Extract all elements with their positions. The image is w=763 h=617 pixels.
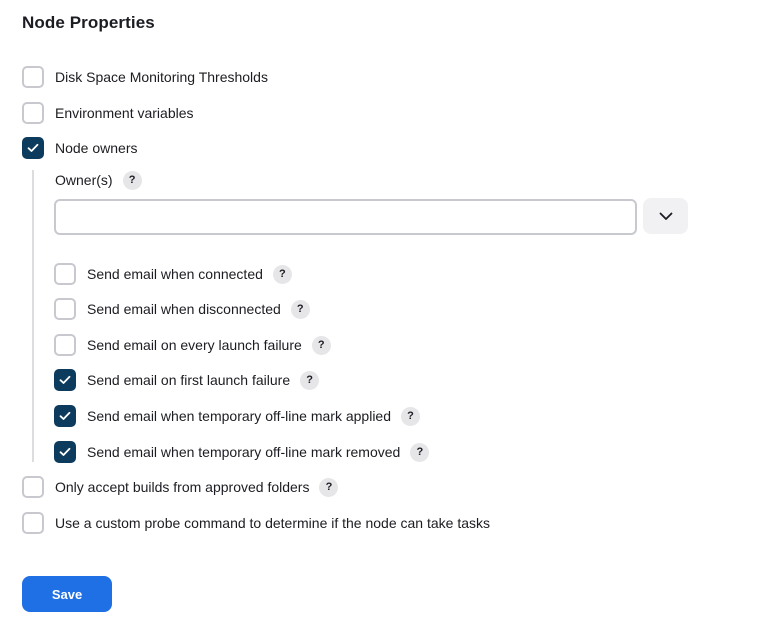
disk-space-row: Disk Space Monitoring Thresholds xyxy=(22,66,268,88)
check-icon xyxy=(59,375,71,384)
email-offline-removed-label[interactable]: Send email when temporary off-line mark … xyxy=(87,444,400,460)
email-connected-help-icon[interactable]: ? xyxy=(272,264,292,284)
approved-folders-help-icon[interactable]: ? xyxy=(319,477,339,497)
email-offline-removed-checkbox[interactable] xyxy=(54,441,76,463)
owners-input[interactable] xyxy=(54,199,637,235)
email-offline-applied-checkbox[interactable] xyxy=(54,405,76,427)
email-every-launch-failure-row: Send email on every launch failure ? xyxy=(54,334,331,356)
email-offline-applied-row: Send email when temporary off-line mark … xyxy=(54,405,421,427)
email-disconnected-help-icon[interactable]: ? xyxy=(290,299,310,319)
approved-folders-row: Only accept builds from approved folders… xyxy=(22,476,339,498)
email-connected-checkbox[interactable] xyxy=(54,263,76,285)
node-owners-label[interactable]: Node owners xyxy=(55,140,138,156)
owners-help-icon[interactable]: ? xyxy=(122,170,142,190)
owners-field-label: Owner(s) ? xyxy=(55,170,142,190)
email-every-launch-failure-label[interactable]: Send email on every launch failure xyxy=(87,337,302,353)
env-vars-label[interactable]: Environment variables xyxy=(55,105,194,121)
email-first-launch-failure-checkbox[interactable] xyxy=(54,369,76,391)
disk-space-checkbox[interactable] xyxy=(22,66,44,88)
owners-dropdown-button[interactable] xyxy=(643,198,688,234)
page-title: Node Properties xyxy=(22,13,155,32)
node-owners-row: Node owners xyxy=(22,137,138,159)
email-disconnected-row: Send email when disconnected ? xyxy=(54,298,310,320)
node-owners-checkbox[interactable] xyxy=(22,137,44,159)
nested-section-divider xyxy=(32,170,34,462)
approved-folders-label[interactable]: Only accept builds from approved folders xyxy=(55,479,309,495)
env-vars-row: Environment variables xyxy=(22,102,194,124)
email-connected-row: Send email when connected ? xyxy=(54,263,292,285)
email-first-launch-failure-help-icon[interactable]: ? xyxy=(300,370,320,390)
node-properties-page: Node Properties Disk Space Monitoring Th… xyxy=(0,0,763,617)
custom-probe-row: Use a custom probe command to determine … xyxy=(22,512,490,534)
email-offline-applied-help-icon[interactable]: ? xyxy=(401,406,421,426)
email-offline-removed-row: Send email when temporary off-line mark … xyxy=(54,441,430,463)
save-button[interactable]: Save xyxy=(22,576,112,612)
owners-label-text: Owner(s) xyxy=(55,172,113,188)
check-icon xyxy=(59,411,71,420)
approved-folders-checkbox[interactable] xyxy=(22,476,44,498)
check-icon xyxy=(27,143,39,152)
check-icon xyxy=(59,447,71,456)
email-every-launch-failure-help-icon[interactable]: ? xyxy=(311,335,331,355)
email-offline-removed-help-icon[interactable]: ? xyxy=(410,442,430,462)
email-offline-applied-label[interactable]: Send email when temporary off-line mark … xyxy=(87,408,391,424)
email-first-launch-failure-label[interactable]: Send email on first launch failure xyxy=(87,372,290,388)
email-disconnected-label[interactable]: Send email when disconnected xyxy=(87,301,281,317)
custom-probe-checkbox[interactable] xyxy=(22,512,44,534)
disk-space-label[interactable]: Disk Space Monitoring Thresholds xyxy=(55,69,268,85)
custom-probe-label[interactable]: Use a custom probe command to determine … xyxy=(55,515,490,531)
email-every-launch-failure-checkbox[interactable] xyxy=(54,334,76,356)
env-vars-checkbox[interactable] xyxy=(22,102,44,124)
email-disconnected-checkbox[interactable] xyxy=(54,298,76,320)
email-connected-label[interactable]: Send email when connected xyxy=(87,266,263,282)
chevron-down-icon xyxy=(659,212,672,220)
email-first-launch-failure-row: Send email on first launch failure ? xyxy=(54,369,320,391)
